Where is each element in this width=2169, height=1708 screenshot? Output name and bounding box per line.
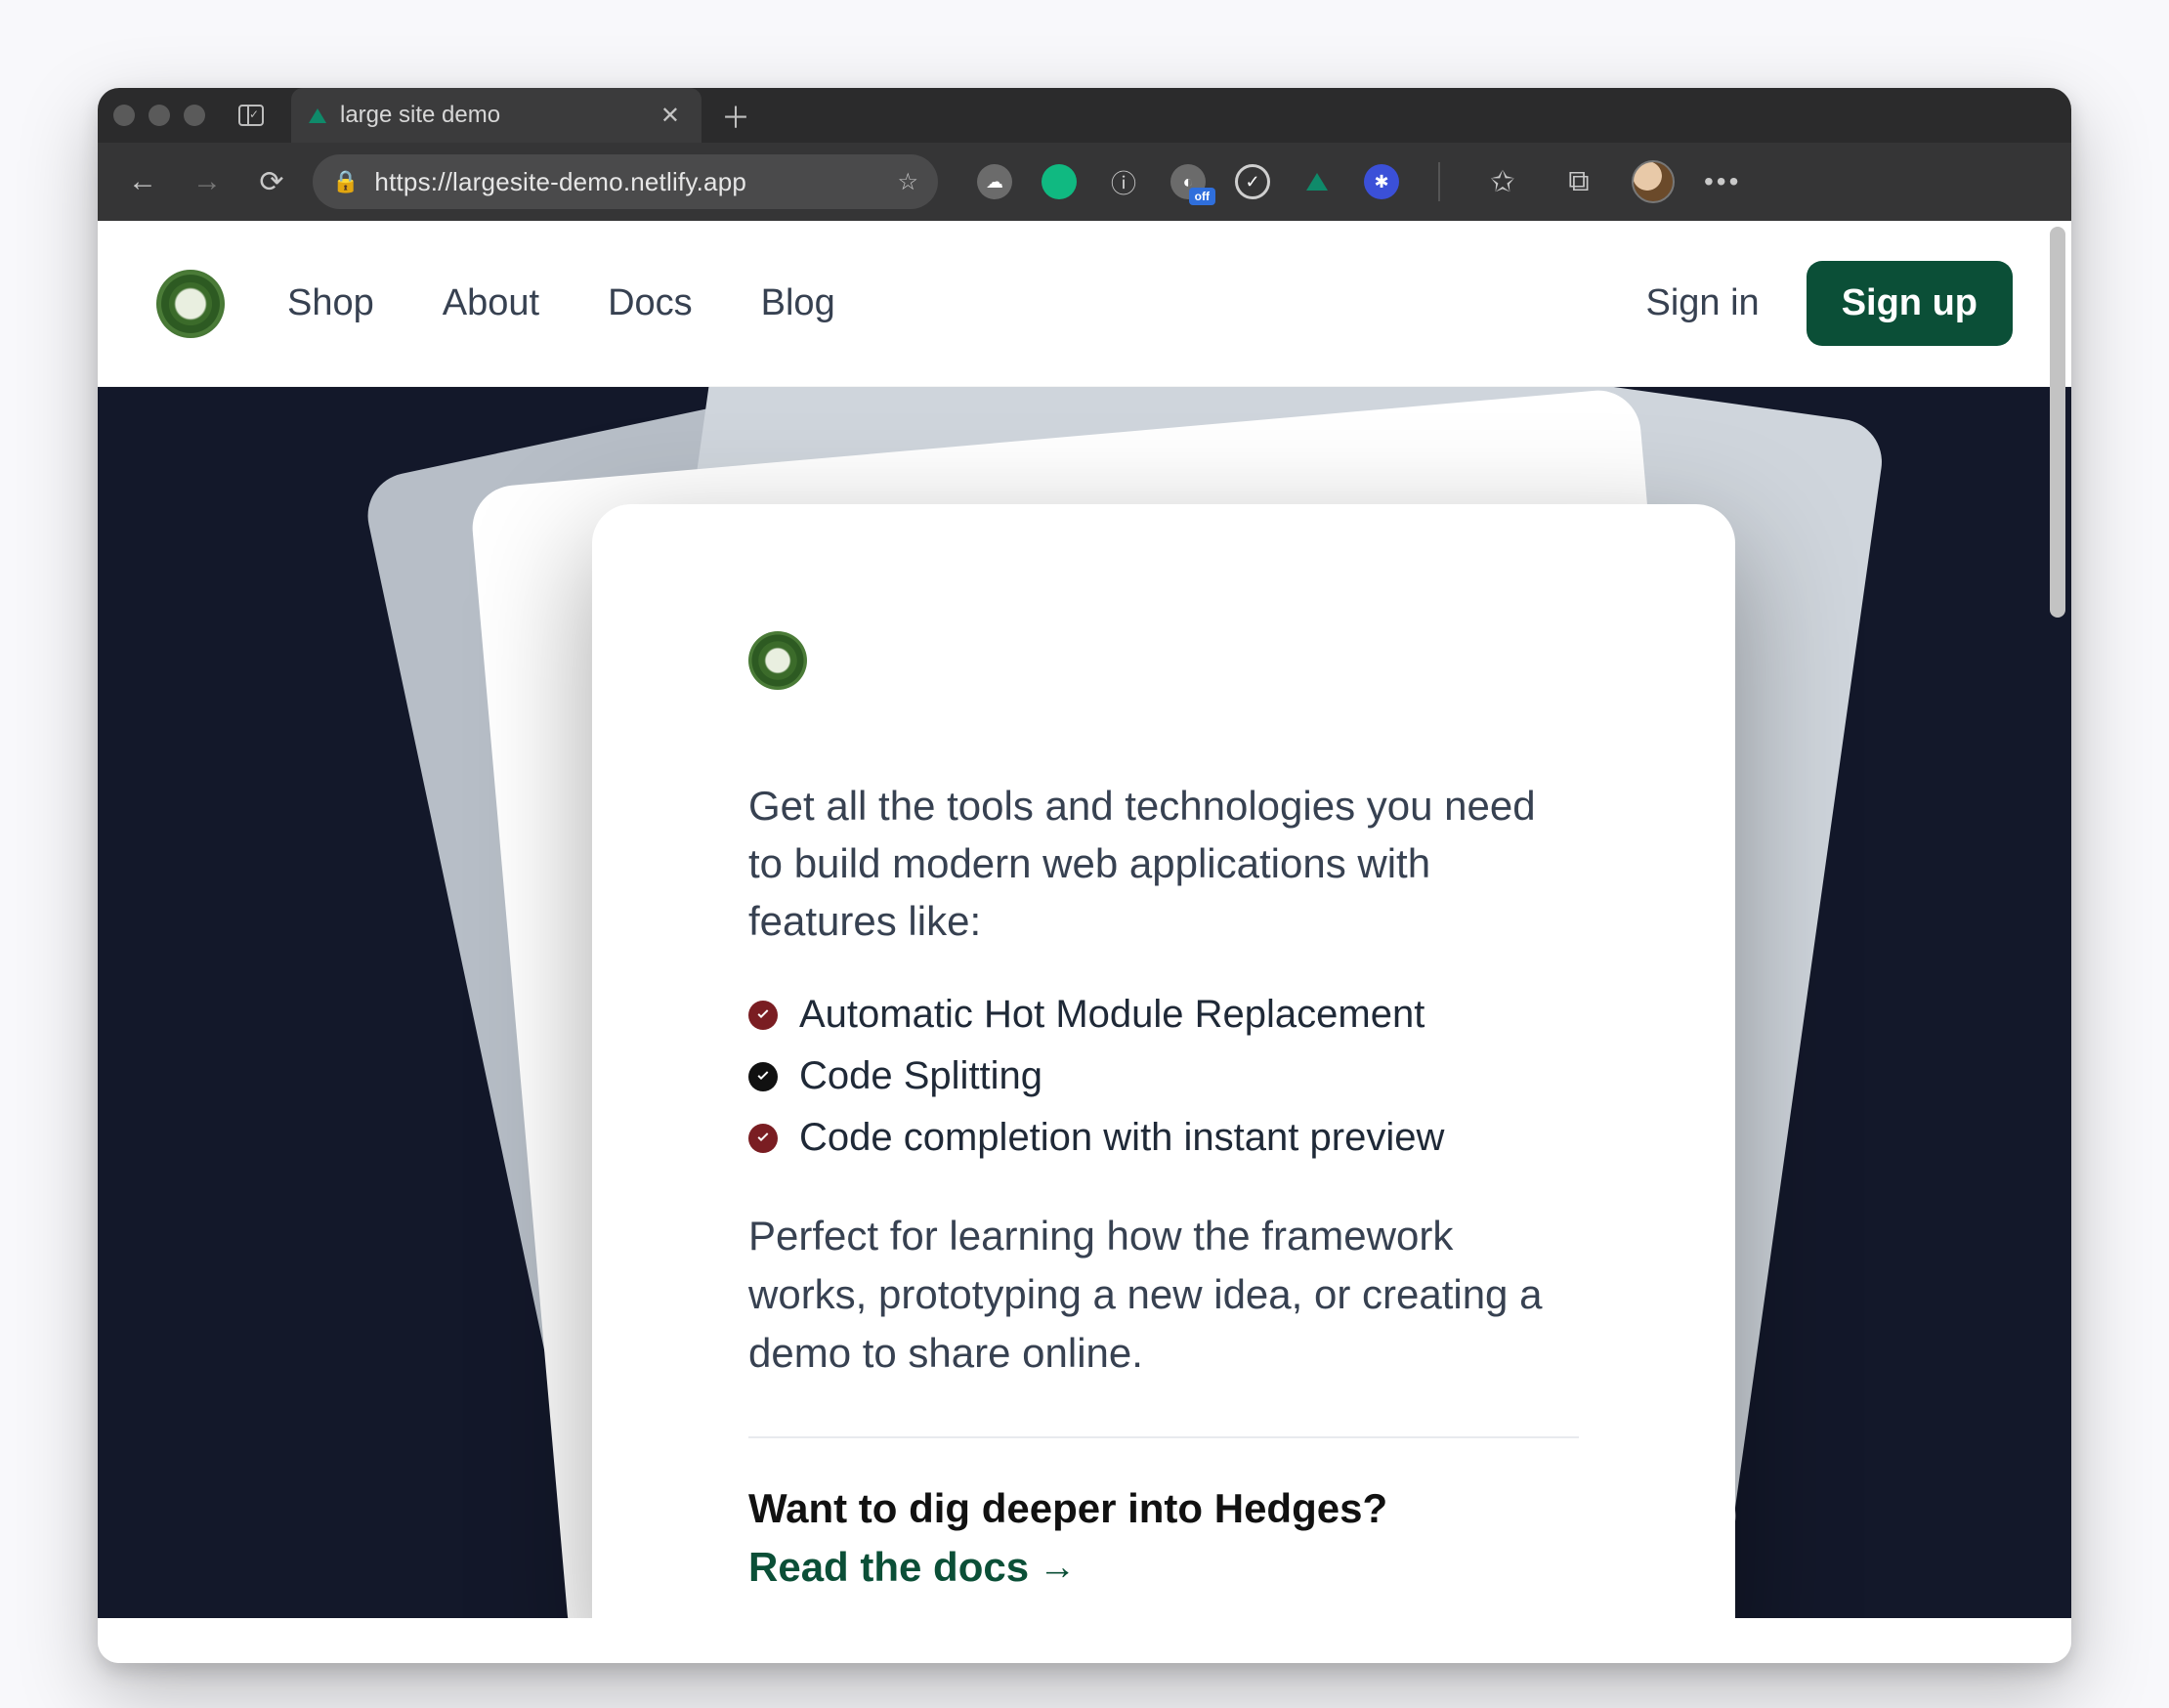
signup-button[interactable]: Sign up <box>1807 261 2013 346</box>
collections-button[interactable]: ⧉ <box>1555 158 1602 205</box>
extension-netlify-icon[interactable] <box>1299 164 1335 199</box>
browser-tab[interactable]: large site demo ✕ <box>291 88 702 143</box>
hero-divider <box>748 1436 1579 1438</box>
extension-info-icon[interactable]: ⓘ <box>1106 164 1141 199</box>
main-nav: Shop About Docs Blog <box>287 282 835 324</box>
extension-grammarly-icon[interactable] <box>1042 164 1077 199</box>
auth-controls: Sign in Sign up <box>1645 261 2013 346</box>
arrow-right-icon: → <box>1039 1547 1076 1589</box>
sidebar-toggle-icon[interactable] <box>238 105 264 126</box>
check-icon <box>748 1124 778 1153</box>
extensions-row: ☁ ⓘ ◐off ✓ ✱ ✩ ⧉ ••• <box>977 158 1741 205</box>
extension-ring-icon[interactable]: ✓ <box>1235 164 1270 199</box>
viewport: Shop About Docs Blog Sign in Sign up Get… <box>98 221 2071 1663</box>
forward-button[interactable]: → <box>184 158 231 205</box>
window-controls <box>113 105 205 126</box>
tab-title: large site demo <box>340 102 647 129</box>
browser-window: large site demo ✕ ＋ ← → ⟳ 🔒 https://larg… <box>98 88 2071 1663</box>
tab-favicon-icon <box>309 108 326 123</box>
extension-1-icon[interactable]: ☁ <box>977 164 1012 199</box>
extension-flower-icon[interactable]: ✱ <box>1364 164 1399 199</box>
check-icon <box>748 1062 778 1091</box>
lock-icon: 🔒 <box>332 169 359 194</box>
site-logo[interactable] <box>156 270 225 338</box>
toolbar-divider <box>1438 162 1440 201</box>
favorite-icon[interactable]: ☆ <box>897 168 918 196</box>
traffic-minimize[interactable] <box>149 105 170 126</box>
hero-card-logo <box>748 631 807 690</box>
address-bar[interactable]: 🔒 https://largesite-demo.netlify.app ☆ <box>313 154 938 209</box>
check-icon <box>748 1001 778 1030</box>
new-tab-button[interactable]: ＋ <box>721 94 750 137</box>
nav-shop[interactable]: Shop <box>287 282 374 324</box>
nav-blog[interactable]: Blog <box>761 282 835 324</box>
reload-button[interactable]: ⟳ <box>248 158 295 205</box>
nav-about[interactable]: About <box>443 282 539 324</box>
hero-lead: Get all the tools and technologies you n… <box>748 778 1579 950</box>
feature-item: Automatic Hot Module Replacement <box>748 993 1579 1037</box>
nav-docs[interactable]: Docs <box>608 282 693 324</box>
traffic-close[interactable] <box>113 105 135 126</box>
browser-toolbar: ← → ⟳ 🔒 https://largesite-demo.netlify.a… <box>98 143 2071 221</box>
hero-section: Get all the tools and technologies you n… <box>98 387 2071 1618</box>
url-text: https://largesite-demo.netlify.app <box>374 167 881 197</box>
read-docs-text: Read the docs <box>748 1544 1029 1591</box>
titlebar: large site demo ✕ ＋ <box>98 88 2071 143</box>
tab-close-icon[interactable]: ✕ <box>660 102 680 130</box>
feature-item: Code Splitting <box>748 1054 1579 1098</box>
extension-badge-icon[interactable]: ◐off <box>1170 164 1206 199</box>
back-button[interactable]: ← <box>119 158 166 205</box>
feature-text: Code Splitting <box>799 1054 1042 1098</box>
favorites-button[interactable]: ✩ <box>1479 158 1526 205</box>
profile-avatar[interactable] <box>1632 160 1675 203</box>
hero-card: Get all the tools and technologies you n… <box>592 504 1735 1618</box>
signin-link[interactable]: Sign in <box>1645 282 1759 324</box>
read-docs-link[interactable]: Read the docs → <box>748 1544 1579 1591</box>
hero-deeper-heading: Want to dig deeper into Hedges? <box>748 1485 1579 1532</box>
hero-paragraph: Perfect for learning how the framework w… <box>748 1207 1579 1382</box>
feature-list: Automatic Hot Module Replacement Code Sp… <box>748 993 1579 1160</box>
overflow-menu-icon[interactable]: ••• <box>1704 166 1741 197</box>
feature-text: Code completion with instant preview <box>799 1116 1444 1160</box>
feature-text: Automatic Hot Module Replacement <box>799 993 1425 1037</box>
traffic-maximize[interactable] <box>184 105 205 126</box>
extension-badge: off <box>1189 188 1215 205</box>
feature-item: Code completion with instant preview <box>748 1116 1579 1160</box>
site-header: Shop About Docs Blog Sign in Sign up <box>98 221 2071 387</box>
